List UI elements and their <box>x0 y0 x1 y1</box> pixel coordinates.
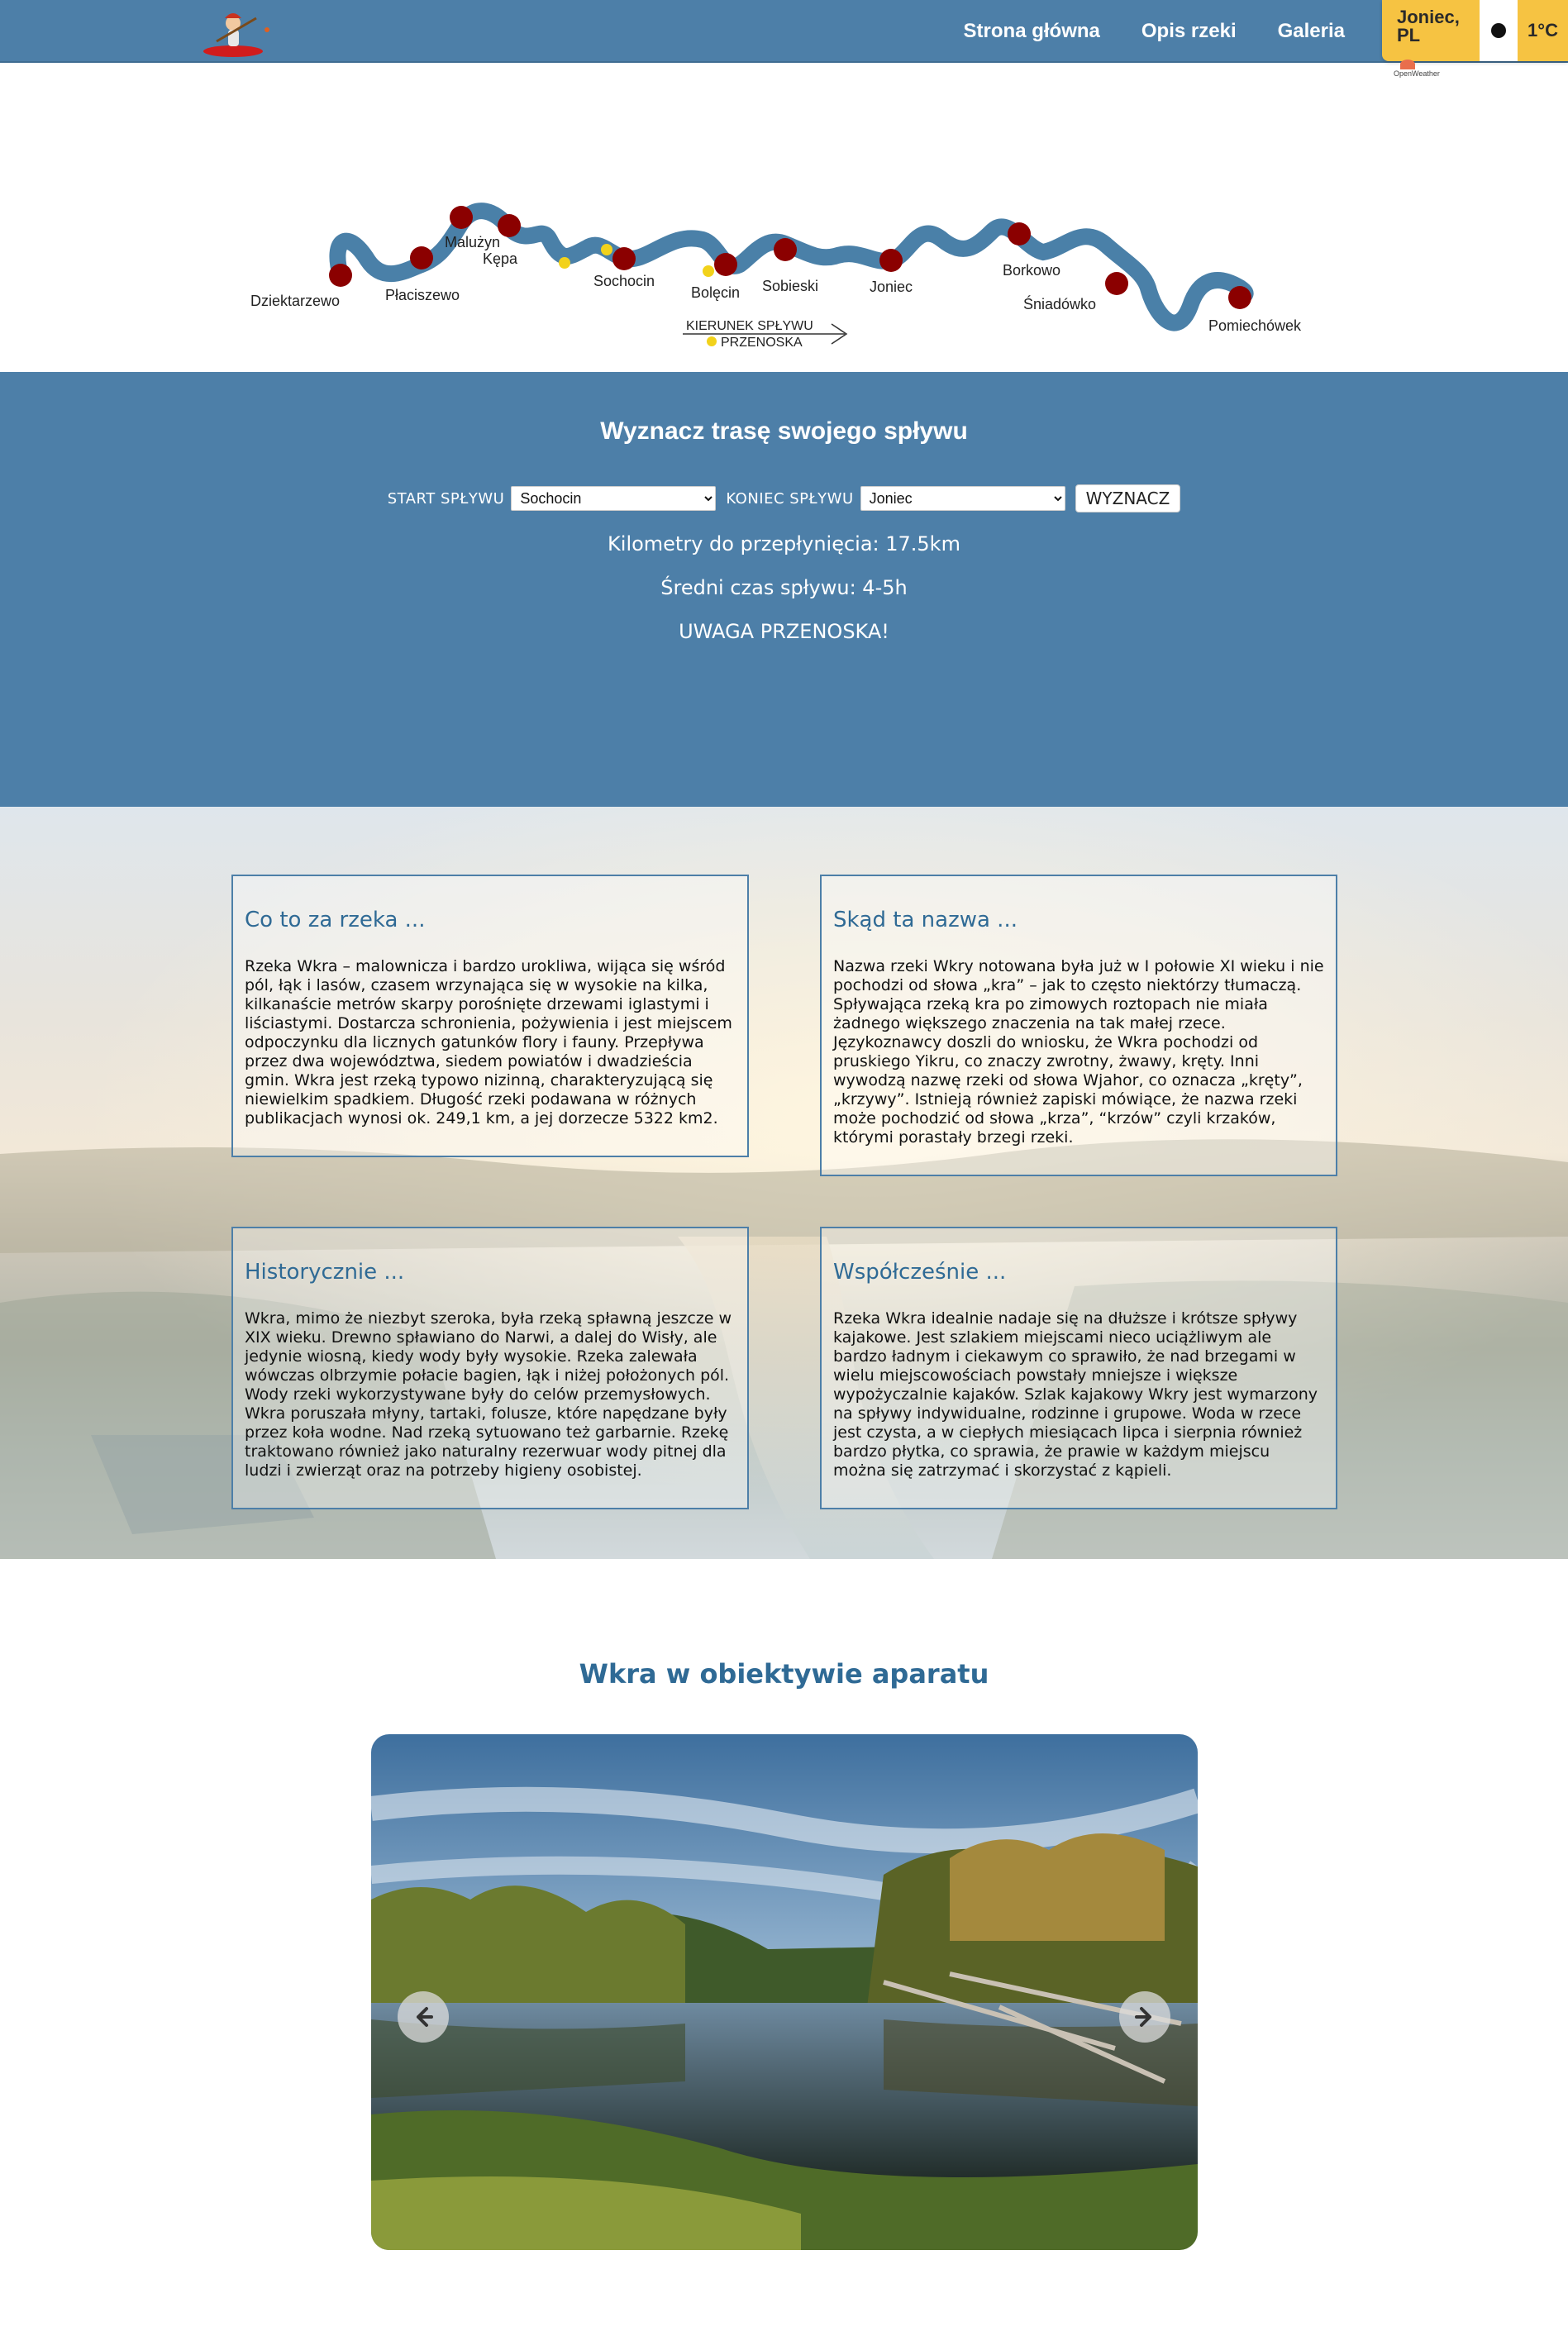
portage-label: PRZENOSKA <box>721 336 803 350</box>
route-form: START SPŁYWU Sochocin KONIEC SPŁYWU Joni… <box>0 484 1568 512</box>
stop-dziektarzewo <box>329 264 352 287</box>
label-sobieski: Sobieski <box>762 278 818 294</box>
end-select[interactable]: Joniec <box>860 486 1065 511</box>
stop-kepa <box>498 214 521 237</box>
calculate-button[interactable]: WYZNACZ <box>1075 484 1181 512</box>
kayak-logo-icon[interactable] <box>198 5 281 58</box>
nav-home[interactable]: Strona główna <box>964 20 1100 43</box>
info-card-text: Rzeka Wkra idealnie nadaje się na dłuższ… <box>833 1309 1318 1480</box>
main-nav: Strona główna Opis rzeki Galeria <box>964 0 1345 63</box>
stop-sochocin <box>612 247 636 270</box>
end-label: KONIEC SPŁYWU <box>726 489 854 508</box>
gallery-title: Wkra w obiektywie aparatu <box>579 1658 989 1690</box>
river-map: Dziektarzewo Płaciszewo Malużyn Kępa Soc… <box>250 203 1302 350</box>
weather-city: Joniec, PL <box>1382 0 1480 61</box>
river-info-section: Co to za rzeka ... Rzeka Wkra – malownic… <box>0 807 1568 1559</box>
gallery-next-button[interactable] <box>1119 1991 1170 2043</box>
arrow-right-icon <box>1135 2007 1151 2027</box>
label-sniadowko: Śniadówko <box>1023 295 1096 312</box>
label-joniec: Joniec <box>870 279 913 295</box>
stop-placiszewo <box>410 246 433 269</box>
stop-sniadowko <box>1105 272 1128 295</box>
stop-borkowo <box>1008 222 1031 246</box>
weather-widget: Joniec, PL 1°C <box>1382 0 1568 61</box>
info-card-text: Nazwa rzeki Wkry notowana była już w I p… <box>833 957 1324 1147</box>
info-card-today: Współcześnie ... Rzeka Wkra idealnie nad… <box>820 1227 1337 1509</box>
route-planner: Wyznacz trasę swojego spływu START SPŁYW… <box>0 372 1568 807</box>
label-pomiechowek: Pomiechówek <box>1208 317 1302 334</box>
time-result: Średni czas spływu: 4-5h <box>660 576 908 599</box>
portage-point <box>559 257 570 269</box>
label-borkowo: Borkowo <box>1003 262 1060 279</box>
weather-temperature: 1°C <box>1518 0 1568 61</box>
km-result: Kilometry do przepłynięcia: 17.5km <box>608 532 960 555</box>
info-card-title: Historycznie ... <box>245 1260 405 1285</box>
stop-maluzyn <box>450 206 473 229</box>
stop-pomiechowek <box>1228 286 1251 309</box>
portage-warning: UWAGA PRZENOSKA! <box>679 620 889 643</box>
moon-icon <box>1480 0 1518 61</box>
info-card-title: Współcześnie ... <box>833 1260 1007 1285</box>
info-card-title: Co to za rzeka ... <box>245 908 426 932</box>
start-select[interactable]: Sochocin <box>511 486 717 511</box>
info-card-what: Co to za rzeka ... Rzeka Wkra – malownic… <box>231 875 749 1157</box>
route-title: Wyznacz trasę swojego spływu <box>600 417 968 445</box>
gallery-prev-button[interactable] <box>398 1991 449 2043</box>
river-line <box>329 203 1254 331</box>
info-card-name-origin: Skąd ta nazwa ... Nazwa rzeki Wkry notow… <box>820 875 1337 1176</box>
label-sochocin: Sochocin <box>593 273 655 289</box>
openweather-logo: OpenWeather <box>1394 60 1451 81</box>
arrow-left-icon <box>417 2007 433 2027</box>
nav-gallery[interactable]: Galeria <box>1278 20 1345 43</box>
gallery-image <box>371 1734 1198 2250</box>
direction-label: KIERUNEK SPŁYWU <box>686 319 813 333</box>
nav-river-description[interactable]: Opis rzeki <box>1141 20 1237 43</box>
stop-bolecin <box>714 253 737 276</box>
start-label: START SPŁYWU <box>387 489 505 508</box>
stop-joniec <box>879 249 903 272</box>
label-maluzyn: Malużyn <box>445 234 500 250</box>
site-header: Strona główna Opis rzeki Galeria Joniec,… <box>0 0 1568 63</box>
direction-legend: KIERUNEK SPŁYWU PRZENOSKA <box>683 319 848 350</box>
portage-point <box>601 244 612 255</box>
label-placiszewo: Płaciszewo <box>385 287 460 303</box>
label-dziektarzewo: Dziektarzewo <box>250 293 340 309</box>
portage-point <box>703 265 714 277</box>
info-card-text: Rzeka Wkra – malownicza i bardzo urokliw… <box>245 957 732 1127</box>
info-card-title: Skąd ta nazwa ... <box>833 908 1018 932</box>
info-card-history: Historycznie ... Wkra, mimo że niezbyt s… <box>231 1227 749 1509</box>
info-card-text: Wkra, mimo że niezbyt szeroka, była rzek… <box>245 1309 732 1480</box>
label-kepa: Kępa <box>483 250 518 267</box>
label-bolecin: Bolęcin <box>691 284 740 301</box>
stop-sobieski <box>774 238 797 261</box>
